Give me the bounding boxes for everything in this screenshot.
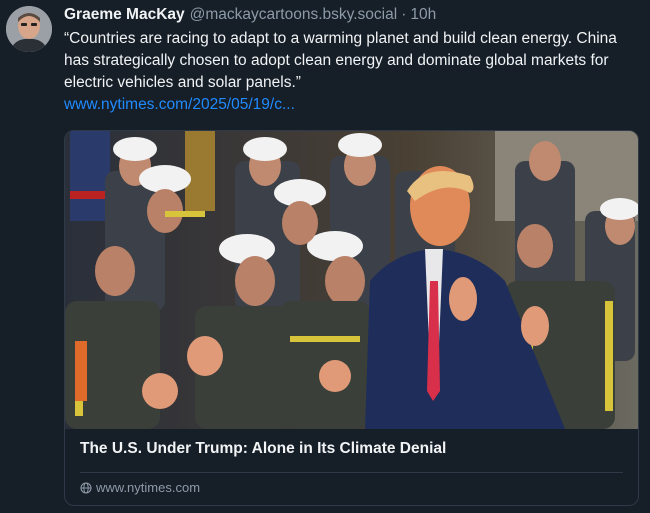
- card-title[interactable]: The U.S. Under Trump: Alone in Its Clima…: [80, 440, 446, 458]
- post-link[interactable]: www.nytimes.com/2025/05/19/c...: [64, 94, 642, 116]
- post-time[interactable]: 10h: [410, 4, 436, 26]
- post-header: Graeme MacKay @mackaycartoons.bsky.socia…: [64, 4, 642, 26]
- card-divider: [80, 472, 623, 473]
- card-domain-text: www.nytimes.com: [96, 480, 201, 495]
- author-avatar[interactable]: [6, 6, 52, 52]
- author-handle[interactable]: @mackaycartoons.bsky.social: [190, 4, 398, 26]
- separator-dot: ·: [401, 6, 407, 23]
- author-name[interactable]: Graeme MacKay: [64, 4, 185, 26]
- card-thumbnail[interactable]: [65, 131, 638, 429]
- post[interactable]: Graeme MacKay @mackaycartoons.bsky.socia…: [0, 0, 650, 513]
- globe-icon: [80, 481, 92, 494]
- card-domain: www.nytimes.com: [80, 480, 200, 495]
- post-content: Graeme MacKay @mackaycartoons.bsky.socia…: [64, 4, 642, 116]
- post-text: “Countries are racing to adapt to a warm…: [64, 30, 617, 91]
- link-preview-card[interactable]: The U.S. Under Trump: Alone in Its Clima…: [64, 130, 639, 506]
